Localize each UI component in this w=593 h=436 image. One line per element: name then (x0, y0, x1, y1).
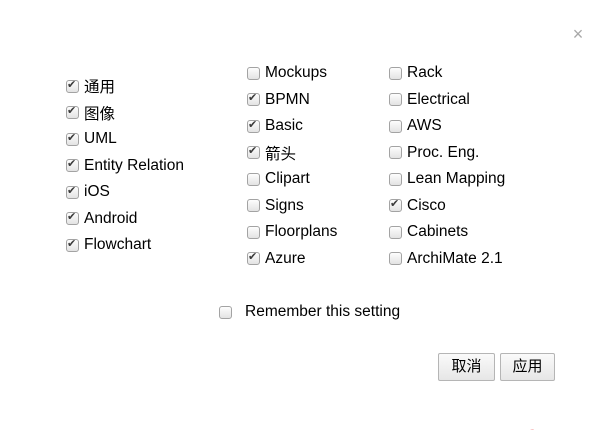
library-checkbox[interactable] (247, 172, 260, 186)
library-checkbox[interactable] (247, 91, 260, 107)
library-option[interactable]: 图像 (66, 100, 184, 127)
library-label: Rack (407, 64, 443, 82)
apply-button[interactable]: 应用 (500, 353, 555, 381)
library-option[interactable]: Azure (247, 246, 337, 273)
library-label: Android (84, 209, 138, 227)
library-option[interactable]: Mockups (247, 60, 337, 87)
library-checkbox[interactable] (66, 184, 79, 199)
library-label: Cabinets (407, 223, 469, 241)
library-checkbox[interactable] (389, 66, 402, 80)
cancel-button[interactable]: 取消 (438, 353, 495, 381)
library-option[interactable]: Electrical (389, 87, 505, 114)
library-checkbox[interactable] (247, 118, 260, 133)
library-option[interactable]: Cabinets (389, 219, 505, 246)
library-checkbox[interactable] (389, 119, 402, 133)
library-label: Azure (265, 249, 306, 267)
library-label: Proc. Eng. (407, 143, 480, 161)
library-label: UML (84, 130, 117, 148)
library-option[interactable]: ArchiMate 2.1 (389, 246, 505, 273)
library-checkbox[interactable] (247, 250, 260, 266)
library-option[interactable]: Lean Mapping (389, 166, 505, 193)
library-column-1: 通用图像 UML Entity Relation iOS Android Flowchar… (66, 73, 184, 259)
library-label: AWS (407, 117, 442, 135)
library-checkbox[interactable] (389, 197, 402, 213)
library-label: iOS (84, 183, 110, 201)
library-checkbox[interactable] (247, 199, 260, 213)
library-option[interactable]: BPMN (247, 87, 337, 114)
library-checkbox[interactable] (389, 93, 402, 107)
close-icon[interactable]: × (568, 24, 588, 44)
library-label: Lean Mapping (407, 170, 506, 188)
remember-setting-checkbox[interactable] (219, 305, 232, 319)
library-option[interactable]: Basic (247, 113, 337, 140)
library-option[interactable]: Clipart (247, 166, 337, 193)
library-option[interactable]: Proc. Eng. (389, 140, 505, 167)
library-option[interactable]: AWS (389, 113, 505, 140)
library-column-3: Rack Electrical AWS Proc. Eng. Lean Mapping C… (389, 60, 505, 272)
library-option[interactable]: 箭头 (247, 140, 337, 167)
library-checkbox[interactable] (247, 144, 260, 160)
library-option[interactable]: Entity Relation (66, 153, 184, 180)
library-label: Cisco (407, 196, 446, 214)
library-checkbox[interactable] (389, 146, 402, 160)
library-checkbox[interactable] (66, 210, 79, 226)
library-label: 通用 (84, 79, 116, 97)
library-option[interactable]: UML (66, 126, 184, 153)
library-option[interactable]: Android (66, 206, 184, 233)
library-checkbox[interactable] (66, 131, 79, 146)
remember-setting-option[interactable]: Remember this setting (219, 303, 400, 321)
library-column-2: Mockups BPMN Basic 箭头 Clipart Signs Floorplans… (247, 60, 337, 272)
library-checkbox[interactable] (66, 104, 79, 120)
library-label: BPMN (265, 90, 310, 108)
library-option[interactable]: iOS (66, 179, 184, 206)
library-label: Basic (265, 117, 303, 135)
library-option[interactable]: Rack (389, 60, 505, 87)
library-option[interactable]: Flowchart (66, 232, 184, 259)
library-checkbox[interactable] (66, 237, 79, 252)
library-checkbox[interactable] (389, 252, 402, 266)
library-checkbox[interactable] (247, 66, 260, 80)
library-option[interactable]: 通用 (66, 73, 184, 100)
library-label: Electrical (407, 90, 470, 108)
library-label: Mockups (265, 64, 328, 82)
library-checkbox[interactable] (66, 78, 79, 93)
library-option[interactable]: Floorplans (247, 219, 337, 246)
library-label: Entity Relation (84, 156, 184, 174)
library-option[interactable]: Cisco (389, 193, 505, 220)
shape-libraries-dialog: × 通用图像 UML Entity Relation iOS Android Flowch… (11, 0, 593, 429)
library-label: Flowchart (84, 236, 152, 254)
library-checkbox[interactable] (389, 225, 402, 239)
library-label: ArchiMate 2.1 (407, 249, 503, 267)
library-label: Signs (265, 196, 304, 214)
library-label: 箭头 (265, 145, 297, 163)
library-label: 图像 (84, 105, 116, 123)
library-checkbox[interactable] (66, 157, 79, 173)
remember-setting-label: Remember this setting (245, 303, 401, 320)
library-checkbox[interactable] (389, 172, 402, 186)
library-checkbox[interactable] (247, 225, 260, 239)
library-option[interactable]: Signs (247, 193, 337, 220)
library-label: Floorplans (265, 223, 338, 241)
library-label: Clipart (265, 170, 310, 188)
